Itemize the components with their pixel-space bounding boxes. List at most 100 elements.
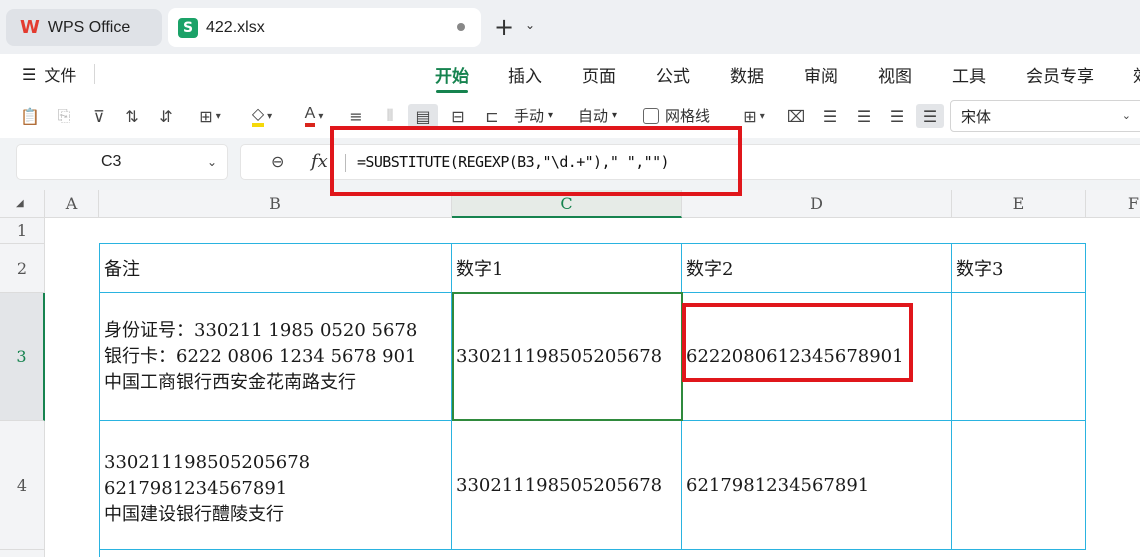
chevron-down-icon: ▾ [215, 110, 221, 122]
manual-mode-label: 手动 [514, 107, 545, 125]
column-width-icon[interactable]: ⦀ [378, 104, 402, 128]
filter-icon[interactable]: ⊽ [88, 104, 110, 128]
cell-c4[interactable]: 330211198505205678 [452, 421, 682, 550]
cell-reference: C3 [101, 153, 122, 170]
unsaved-dot-icon[interactable] [457, 23, 465, 31]
tab-tools[interactable]: 工具 [952, 62, 986, 87]
select-all-corner[interactable]: ◢ [0, 190, 45, 218]
manual-mode-dropdown[interactable]: 手动 ▾ [514, 105, 553, 126]
cell-e3[interactable] [952, 293, 1086, 421]
freeze-panes-icon[interactable]: ▤ [408, 104, 438, 128]
name-box[interactable]: C3 ⌄ [16, 144, 228, 180]
tab-data[interactable]: 数据 [730, 62, 764, 87]
table-style-icon: ⊞ [743, 106, 757, 126]
row-header-2[interactable]: 2 [0, 244, 45, 293]
cell-c3[interactable]: 330211198505205678 [452, 293, 682, 421]
justify-icon[interactable]: ☰ [916, 104, 944, 128]
row-header-4[interactable]: 4 [0, 421, 45, 550]
chevron-down-icon: ▾ [267, 110, 273, 122]
row-header-5[interactable] [0, 550, 45, 557]
tab-view[interactable]: 视图 [878, 62, 912, 87]
table-style-button[interactable]: ⊞ ▾ [734, 104, 774, 128]
spreadsheet-grid: ◢ A B C D E F 1 2 3 4 备注 数字1 数字2 数字3 身份证… [0, 190, 1140, 557]
chevron-down-icon: ▾ [759, 110, 765, 122]
cell-e2[interactable]: 数字3 [952, 244, 1086, 293]
sort-ascending-icon[interactable]: ⇅ [120, 104, 144, 128]
new-tab-chevron-down-icon[interactable]: ⌄ [525, 18, 535, 32]
cell-b4-line-3: 中国建设银行醴陵支行 [104, 504, 284, 525]
formula-input[interactable]: ⊖ fx =SUBSTITUTE(REGEXP(B3,"\d.+")," ","… [240, 144, 1140, 180]
font-family-select[interactable]: 宋体 ⌄ [950, 100, 1140, 132]
borders-button[interactable]: ⊞ ▾ [190, 104, 230, 128]
cell-b4[interactable]: 330211198505205678 6217981234567891 中国建设… [100, 421, 452, 550]
tab-formula[interactable]: 公式 [656, 62, 690, 87]
wps-home-tab[interactable]: W WPS Office [6, 9, 162, 46]
wps-home-tab-label: WPS Office [47, 18, 131, 36]
hamburger-icon: ☰ [22, 64, 37, 84]
chevron-down-icon: ▾ [548, 110, 554, 121]
cell-b2[interactable]: 备注 [100, 244, 452, 293]
cell-d3[interactable]: 6222080612345678901 [682, 293, 952, 421]
tab-page[interactable]: 页面 [582, 62, 616, 87]
cell-b3[interactable]: 身份证号：330211 1985 0520 5678 银行卡：6222 0806… [100, 293, 452, 421]
gridlines-checkbox[interactable] [643, 107, 659, 124]
column-header-b[interactable]: B [99, 190, 452, 218]
column-header-a[interactable]: A [45, 190, 99, 218]
chevron-down-icon: ⌄ [1121, 109, 1131, 122]
tab-home[interactable]: 开始 [435, 62, 469, 87]
chevron-down-icon[interactable]: ⌄ [207, 155, 217, 169]
auto-mode-dropdown[interactable]: 自动 ▾ [578, 105, 617, 126]
cell-c2[interactable]: 数字1 [452, 244, 682, 293]
document-tab[interactable]: S 422.xlsx [168, 8, 481, 47]
active-tab-underline [436, 90, 468, 93]
title-bar: W WPS Office S 422.xlsx + ⌄ [0, 0, 1140, 54]
cell-b3-line-3: 中国工商银行西安金花南路支行 [104, 371, 356, 393]
clear-format-icon[interactable]: ⌧ [784, 104, 808, 128]
gridlines-label: 网格线 [665, 107, 711, 125]
tab-efficiency[interactable]: 效 [1133, 62, 1140, 87]
align-right-icon[interactable]: ☰ [885, 104, 909, 128]
font-color-button[interactable]: A ▾ [294, 104, 334, 128]
fill-bucket-icon: ◇ [251, 105, 265, 127]
font-family-value: 宋体 [961, 107, 992, 126]
chevron-down-icon: ▾ [612, 110, 618, 121]
paste-format-icon[interactable]: ⎘ [52, 104, 76, 128]
split-cells-icon[interactable]: ⊟ [446, 104, 470, 128]
cell-e4[interactable] [952, 421, 1086, 550]
fit-icon[interactable]: ⊏ [480, 104, 504, 128]
tab-insert[interactable]: 插入 [508, 62, 542, 87]
new-tab-button[interactable]: + [494, 14, 514, 40]
formula-divider [345, 154, 346, 172]
fill-color-button[interactable]: ◇ ▾ [242, 104, 282, 128]
file-menu-button[interactable]: ☰ 文件 [22, 62, 76, 86]
cell-b3-line-2: 银行卡：6222 0806 1234 5678 901 [104, 345, 417, 367]
cell-d2[interactable]: 数字2 [682, 244, 952, 293]
column-header-d[interactable]: D [682, 190, 952, 218]
column-header-e[interactable]: E [952, 190, 1086, 218]
cell-b4-line-2: 6217981234567891 [104, 478, 288, 499]
fx-icon[interactable]: fx [311, 151, 328, 172]
row-header-3[interactable]: 3 [0, 293, 45, 421]
spreadsheet-icon: S [178, 17, 198, 38]
formula-bar: C3 ⌄ ⊖ fx =SUBSTITUTE(REGEXP(B3,"\d.+"),… [0, 138, 1140, 190]
formula-text[interactable]: =SUBSTITUTE(REGEXP(B3,"\d.+")," ","") [357, 153, 670, 171]
sort-descending-icon[interactable]: ⇵ [154, 104, 178, 128]
font-color-icon: A [304, 105, 316, 127]
zoom-icon[interactable]: ⊖ [271, 152, 284, 171]
row-header-1[interactable]: 1 [0, 218, 45, 244]
cell-b3-line-1: 身份证号：330211 1985 0520 5678 [104, 319, 418, 341]
borders-icon: ⊞ [199, 106, 213, 126]
tab-member[interactable]: 会员专享 [1026, 62, 1094, 87]
align-center-icon[interactable]: ☰ [852, 104, 876, 128]
align-left-icon[interactable]: ☰ [818, 104, 842, 128]
gridlines-toggle[interactable]: 网格线 [643, 105, 710, 126]
column-header-c[interactable]: C [452, 190, 682, 218]
column-header-f[interactable]: F [1086, 190, 1140, 218]
wps-logo-icon: W [20, 17, 40, 38]
tab-review[interactable]: 审阅 [804, 62, 838, 87]
document-tab-label: 422.xlsx [206, 18, 265, 36]
menu-divider [94, 64, 95, 84]
cell-d4[interactable]: 6217981234567891 [682, 421, 952, 550]
wrap-text-icon[interactable]: ≡ [344, 104, 368, 128]
paste-values-icon[interactable]: 📋 [18, 104, 42, 128]
